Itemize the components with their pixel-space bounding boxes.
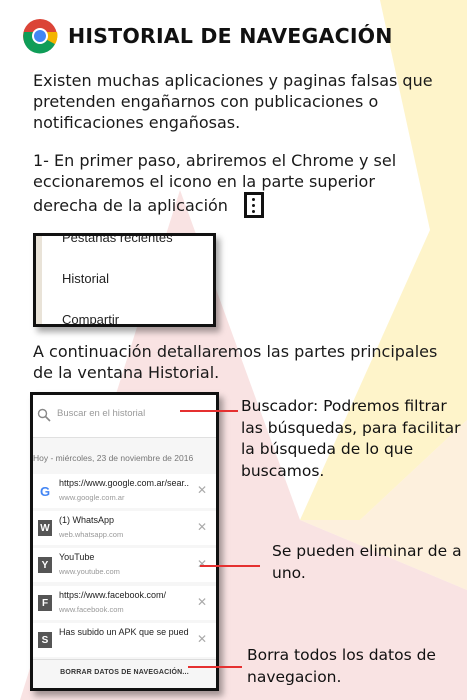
menu-left-strip <box>36 236 42 324</box>
menu-dots-icon <box>243 192 264 218</box>
history-row[interactable]: G https://www.google.com.ar/sear... www.… <box>33 474 216 508</box>
menu-item-share[interactable]: Compartir <box>62 312 119 324</box>
continuation-paragraph: A continuación detallaremos las partes p… <box>33 342 438 382</box>
annotation-buscador: Buscador: Podremos filtrar las búsquedas… <box>241 397 461 480</box>
facebook-letter-icon: F <box>38 595 52 611</box>
youtube-letter-icon: Y <box>38 557 52 573</box>
site-letter-icon: S <box>38 632 52 648</box>
remove-entry-icon[interactable]: ✕ <box>197 483 207 497</box>
remove-entry-icon[interactable]: ✕ <box>197 520 207 534</box>
history-row-url: www.google.com.ar <box>59 493 125 502</box>
annotation-borra: Borra todos los datos de navegacion. <box>247 646 436 686</box>
history-row[interactable]: Y YouTube www.youtube.com ✕ <box>33 548 216 582</box>
pointer-line-eliminar <box>200 565 260 567</box>
annotation-eliminar: Se pueden eliminar de a uno. <box>272 542 462 582</box>
chrome-menu-screenshot: Pestañas recientes Historial Compartir <box>33 233 216 327</box>
remove-entry-icon[interactable]: ✕ <box>197 632 207 646</box>
clear-browsing-data-bar[interactable]: BORRAR DATOS DE NAVEGACIÓN... <box>33 659 216 688</box>
page-title: HISTORIAL DE NAVEGACIÓN <box>68 24 393 48</box>
history-search-bar[interactable]: Buscar en el historial <box>33 395 216 438</box>
search-icon <box>37 408 51 422</box>
menu-item-history[interactable]: Historial <box>62 271 109 286</box>
pointer-line-buscador <box>180 410 238 412</box>
menu-item-recent-tabs[interactable]: Pestañas recientes <box>62 236 173 245</box>
remove-entry-icon[interactable]: ✕ <box>197 595 207 609</box>
history-row[interactable]: W (1) WhatsApp web.whatsapp.com ✕ <box>33 511 216 545</box>
history-search-input[interactable]: Buscar en el historial <box>57 408 145 419</box>
history-row-url: www.facebook.com <box>59 605 124 614</box>
clear-browsing-data-button[interactable]: BORRAR DATOS DE NAVEGACIÓN... <box>33 669 216 676</box>
google-icon: G <box>38 483 52 499</box>
intro-paragraph: Existen muchas aplicaciones y paginas fa… <box>33 71 433 132</box>
history-row[interactable]: S Has subido un APK que se puede ... ✕ <box>33 623 216 657</box>
pointer-line-borra <box>188 666 242 668</box>
history-row-url: www.youtube.com <box>59 567 120 576</box>
whatsapp-letter-icon: W <box>38 520 52 536</box>
history-row-url: web.whatsapp.com <box>59 530 124 539</box>
history-row-title: https://www.facebook.com/ <box>59 590 167 600</box>
step1-line2: eccionaremos el icono en la parte superi… <box>33 172 375 191</box>
step1-line3: derecha de la aplicación <box>33 195 228 215</box>
step1-line3-row: derecha de la aplicación <box>33 192 463 218</box>
history-row-title: https://www.google.com.ar/sear... <box>59 478 189 488</box>
history-date-header: Hoy - miércoles, 23 de noviembre de 2016 <box>33 453 194 463</box>
title-row: HISTORIAL DE NAVEGACIÓN <box>22 16 393 56</box>
history-row-title: (1) WhatsApp <box>59 515 115 525</box>
step1-line1: 1- En primer paso, abriremos el Chrome y… <box>33 151 397 170</box>
history-screenshot: Buscar en el historial Hoy - miércoles, … <box>30 392 219 691</box>
history-row-title: YouTube <box>59 552 95 562</box>
chrome-logo-icon <box>23 19 58 54</box>
history-row-title: Has subido un APK que se puede ... <box>59 627 189 637</box>
remove-entry-icon[interactable]: ✕ <box>197 557 207 571</box>
step1-paragraph: 1- En primer paso, abriremos el Chrome y… <box>33 150 463 218</box>
history-row[interactable]: F https://www.facebook.com/ www.facebook… <box>33 586 216 620</box>
